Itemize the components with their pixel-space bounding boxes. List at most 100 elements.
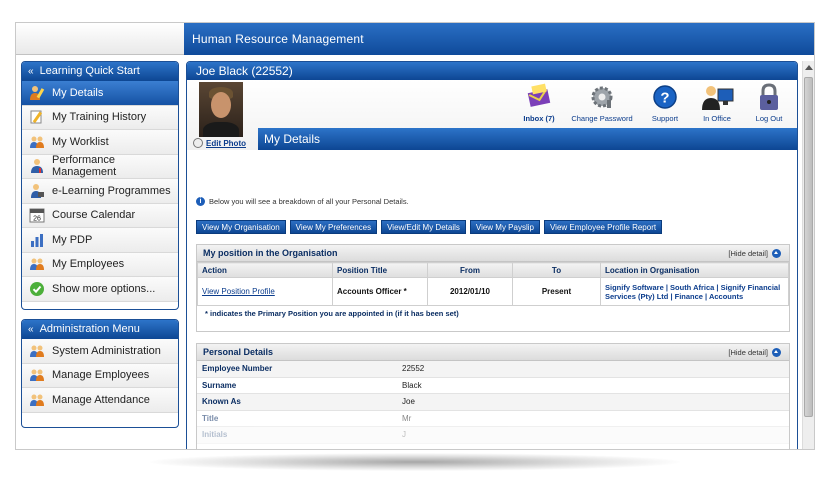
- edit-photo-link[interactable]: Edit Photo: [193, 138, 246, 148]
- view-edit-my-details-button[interactable]: View/Edit My Details: [381, 220, 466, 234]
- hide-detail-link[interactable]: [Hide detail]: [728, 344, 781, 361]
- log-out-button[interactable]: Log Out: [745, 81, 793, 123]
- sidebar-item-label: Course Calendar: [52, 209, 136, 222]
- field-label: Known As: [202, 397, 241, 406]
- sidebar-item-course-calendar[interactable]: 26 Course Calendar: [22, 203, 178, 228]
- sidebar-item-system-administration[interactable]: System Administration: [22, 339, 178, 364]
- list-item: Surname Black: [197, 378, 789, 394]
- admin-menu-panel: « Administration Menu System Administrati…: [21, 319, 179, 428]
- change-password-button[interactable]: Change Password: [567, 81, 637, 123]
- location-cell: Signify Software | South Africa | Signif…: [600, 277, 789, 306]
- field-label: Title: [202, 413, 219, 423]
- column-header-position-title: Position Title: [332, 262, 428, 278]
- support-button[interactable]: ? Support: [641, 81, 689, 123]
- people-icon: [29, 134, 45, 150]
- employee-header: Joe Black (22552): [187, 62, 797, 80]
- action-buttons: View My Organisation View My Preferences…: [196, 220, 666, 234]
- field-value: 22552: [402, 364, 425, 373]
- quick-start-panel: « Learning Quick Start My Details My Trai…: [21, 61, 179, 310]
- personal-details-title: Personal Details: [203, 347, 274, 357]
- view-my-preferences-button[interactable]: View My Preferences: [289, 220, 378, 234]
- personal-details-list: Employee Number 22552 Surname Black Know…: [197, 361, 789, 444]
- sidebar-item-my-employees[interactable]: My Employees: [22, 252, 178, 277]
- table-header-row: Action Position Title From To Location i…: [197, 262, 789, 278]
- people-icon: [29, 392, 45, 408]
- position-table: Action Position Title From To Location i…: [197, 262, 789, 306]
- sidebar-item-my-worklist[interactable]: My Worklist: [22, 130, 178, 155]
- double-chevron-left-icon[interactable]: «: [28, 66, 34, 77]
- sidebar-item-show-more[interactable]: Show more options...: [22, 277, 178, 302]
- scroll-up-arrow-icon[interactable]: [805, 65, 813, 70]
- field-value: Joe: [402, 397, 415, 406]
- sidebar-item-label: My Worklist: [52, 135, 109, 148]
- check-circle-icon: [29, 281, 45, 297]
- table-row: View Position Profile Accounts Officer *…: [197, 277, 789, 306]
- view-my-payslip-button[interactable]: View My Payslip: [469, 220, 540, 234]
- sidebar-item-manage-employees[interactable]: Manage Employees: [22, 363, 178, 388]
- svg-text:26: 26: [33, 216, 41, 223]
- column-header-location: Location in Organisation: [600, 262, 789, 278]
- list-item: Initials J: [197, 427, 789, 444]
- quick-start-title: Learning Quick Start: [39, 65, 140, 77]
- collapse-arrow-icon[interactable]: [772, 249, 781, 258]
- position-title-cell: Accounts Officer *: [332, 277, 428, 306]
- admin-menu-header[interactable]: « Administration Menu: [22, 320, 178, 339]
- view-my-organisation-button[interactable]: View My Organisation: [196, 220, 286, 234]
- people-icon: [29, 256, 45, 272]
- vertical-scrollbar[interactable]: [802, 61, 814, 449]
- sidebar-item-label: My Details: [52, 86, 104, 99]
- log-out-label: Log Out: [755, 114, 783, 123]
- calendar-icon: 26: [29, 207, 45, 223]
- personal-details-header: Personal Details [Hide detail]: [197, 344, 789, 361]
- lock-icon: [745, 81, 793, 113]
- info-icon: i: [196, 197, 205, 206]
- sidebar-item-manage-attendance[interactable]: Manage Attendance: [22, 388, 178, 413]
- camera-icon: [193, 138, 203, 148]
- position-section-title: My position in the Organisation: [203, 248, 338, 258]
- in-office-button[interactable]: In Office: [693, 81, 741, 123]
- top-banner: Human Resource Management: [16, 23, 814, 55]
- sidebar-item-label: My Training History: [52, 111, 147, 124]
- support-label: Support: [651, 114, 679, 123]
- toolbar: Inbox (7) Change Password ? Support In O…: [511, 81, 793, 123]
- sidebar-item-my-training-history[interactable]: My Training History: [22, 105, 178, 130]
- sidebar-item-label: My Employees: [52, 258, 125, 271]
- main-panel: Joe Black (22552) Edit Photo Inbox (7) C…: [186, 61, 798, 449]
- person-computer-icon: [29, 183, 45, 199]
- field-label: Surname: [202, 380, 237, 390]
- column-header-to: To: [512, 262, 601, 278]
- collapse-arrow-icon[interactable]: [772, 348, 781, 357]
- sidebar-item-label: System Administration: [52, 344, 161, 357]
- view-position-profile-link[interactable]: View Position Profile: [202, 287, 275, 296]
- person-computer-icon: [693, 81, 741, 113]
- sidebar-item-label: Performance Management: [52, 154, 117, 179]
- double-chevron-left-icon[interactable]: «: [28, 324, 34, 335]
- gear-icon: [567, 81, 637, 113]
- scrollbar-thumb[interactable]: [804, 77, 813, 417]
- inbox-button[interactable]: Inbox (7): [515, 81, 563, 123]
- sidebar-item-performance-management[interactable]: Performance Management: [22, 154, 178, 179]
- admin-menu-title: Administration Menu: [39, 323, 140, 335]
- view-employee-profile-report-button[interactable]: View Employee Profile Report: [543, 220, 663, 234]
- primary-position-note: * indicates the Primary Position you are…: [205, 309, 459, 318]
- sidebar-item-my-details[interactable]: My Details: [22, 81, 178, 106]
- intro-text: i Below you will see a breakdown of all …: [196, 197, 409, 206]
- position-section: My position in the Organisation [Hide de…: [196, 244, 790, 332]
- field-value: J: [402, 430, 406, 439]
- sidebar-item-e-learning-programmes[interactable]: e-Learning Programmes: [22, 179, 178, 204]
- field-value: Black: [402, 380, 422, 390]
- hide-detail-link[interactable]: [Hide detail]: [728, 245, 781, 262]
- help-icon: ?: [641, 81, 689, 113]
- page-title: My Details: [258, 128, 797, 150]
- app-window: Human Resource Management « Learning Quic…: [15, 22, 815, 450]
- envelope-icon: [515, 81, 563, 113]
- list-item: Known As Joe: [197, 394, 789, 411]
- field-value: Mr: [402, 413, 412, 423]
- from-cell: 2012/01/10: [427, 277, 513, 306]
- sidebar-item-my-pdp[interactable]: My PDP: [22, 228, 178, 253]
- sidebar-item-label: My PDP: [52, 233, 93, 246]
- action-cell: View Position Profile: [197, 277, 333, 306]
- to-cell: Present: [512, 277, 601, 306]
- quick-start-header[interactable]: « Learning Quick Start: [22, 62, 178, 81]
- people-icon: [29, 343, 45, 359]
